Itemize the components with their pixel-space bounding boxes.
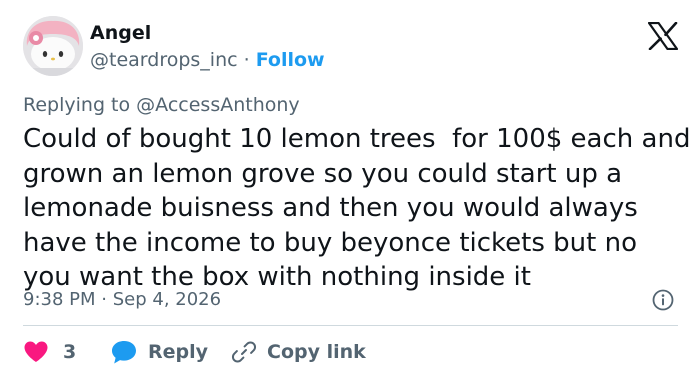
tweet-text: Could of bought 10 lemon trees for 100$ … xyxy=(23,122,693,295)
replying-to-mention[interactable]: @AccessAnthony xyxy=(136,94,300,116)
info-icon[interactable] xyxy=(652,289,674,311)
copy-link-button[interactable]: Copy link xyxy=(231,338,366,366)
heart-icon xyxy=(24,341,48,362)
replying-to-prefix: Replying to xyxy=(23,94,131,116)
copy-link-label: Copy link xyxy=(267,341,366,363)
tweet-timestamp[interactable]: 9:38 PM · Sep 4, 2026 xyxy=(23,288,221,312)
follow-button[interactable]: Follow xyxy=(256,49,325,71)
tweet-text-line: lemonade buisness and then you would alw… xyxy=(23,193,638,223)
avatar-image xyxy=(23,16,83,76)
replying-to: Replying to @AccessAnthony xyxy=(23,93,300,117)
tweet-text-line: Could of bought 10 lemon trees for 100$ … xyxy=(23,124,691,154)
x-logo-icon[interactable] xyxy=(648,22,678,50)
action-bar: 3 Reply Copy link xyxy=(23,338,683,366)
speech-bubble-icon xyxy=(112,341,136,364)
author-name[interactable]: Angel xyxy=(90,22,151,44)
link-icon xyxy=(231,341,257,363)
reply-label: Reply xyxy=(148,341,209,363)
author-handle-row: @teardrops_inc · Follow xyxy=(90,49,325,71)
tweet-date: Sep 4, 2026 xyxy=(112,289,222,310)
separator: · xyxy=(101,289,107,310)
like-button[interactable]: 3 xyxy=(23,338,76,366)
tweet-text-line: grown an lemon grove so you could start … xyxy=(23,158,623,189)
divider xyxy=(23,325,678,326)
author-handle[interactable]: @teardrops_inc xyxy=(90,49,238,71)
reply-button[interactable]: Reply xyxy=(110,338,208,366)
avatar[interactable] xyxy=(23,16,83,76)
tweet-time: 9:38 PM xyxy=(23,289,96,310)
tweet-card: Angel @teardrops_inc · Follow Replying t… xyxy=(0,0,700,379)
separator: · xyxy=(243,49,250,71)
tweet-text-line: have the income to buy beyonce tickets b… xyxy=(23,227,637,258)
like-count: 3 xyxy=(63,341,77,363)
